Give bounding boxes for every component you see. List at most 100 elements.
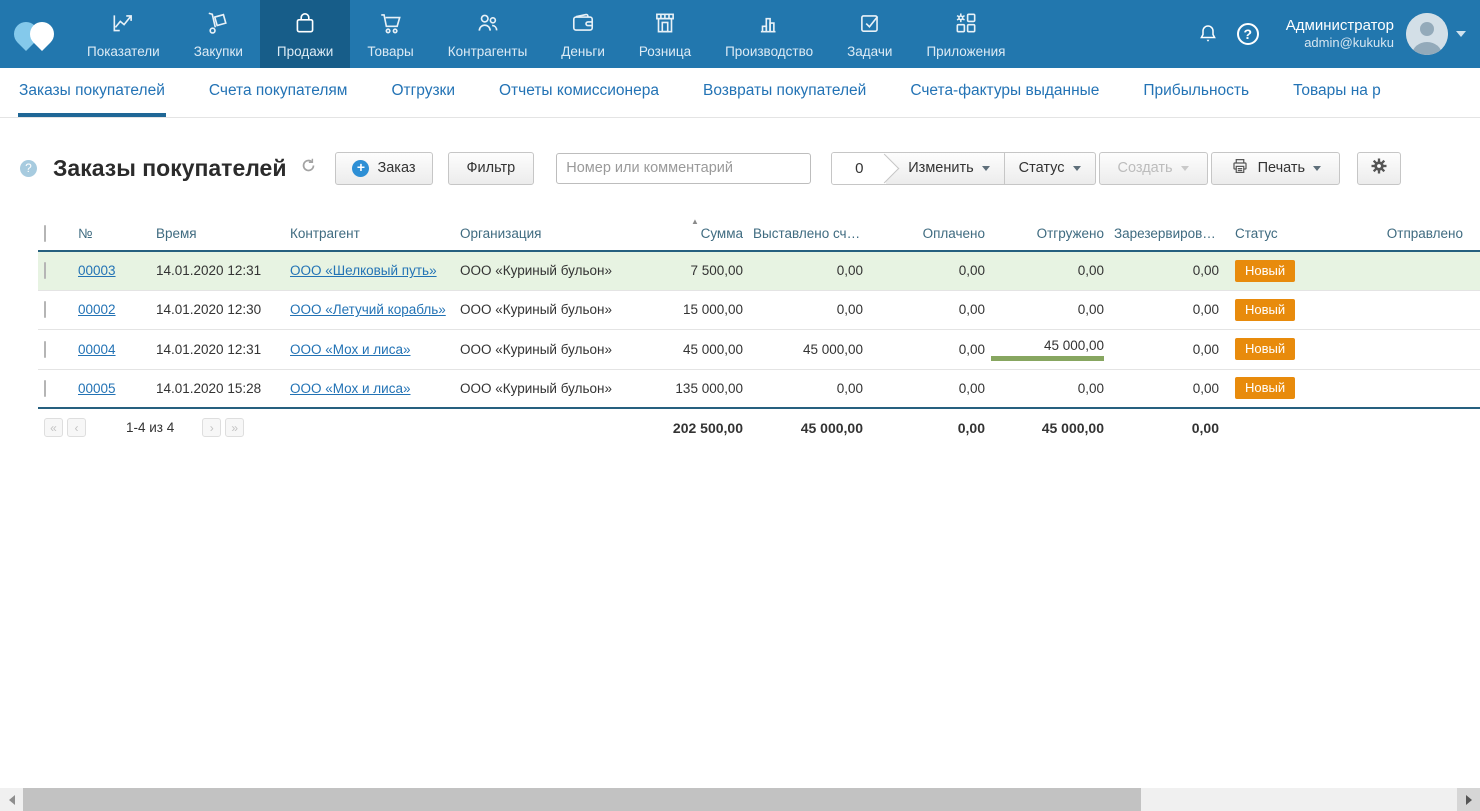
table-row[interactable]: 00005 14.01.2020 15:28 ООО «Мох и лиса» … [38,369,1480,408]
apps-icon [953,10,979,44]
scroll-right-arrow-icon[interactable] [1457,788,1480,811]
tab-shipments[interactable]: Отгрузки [390,68,456,117]
total-shipped: 45 000,00 [989,408,1108,446]
status-button[interactable]: Статус [1005,153,1095,184]
chevron-down-icon [1073,166,1081,171]
purchases-icon [205,10,231,44]
paid-cell: 0,00 [867,329,989,369]
total-reserved: 0,00 [1108,408,1223,446]
settings-gear-button[interactable] [1357,152,1401,185]
col-header-time[interactable]: Время [150,216,284,251]
create-order-button[interactable]: + Заказ [335,152,432,185]
toolbar: ? Заказы покупателей + Заказ Фильтр 0 Из… [20,148,1460,188]
counterparty-link[interactable]: ООО «Летучий корабль» [290,302,446,317]
reserved-cell: 0,00 [1108,290,1223,329]
search-input[interactable] [556,153,811,184]
pagination-last-button[interactable]: » [225,418,244,437]
nav-item-label: Закупки [194,44,243,59]
select-all-checkbox[interactable] [44,225,46,242]
tab-customer-invoices[interactable]: Счета покупателям [208,68,349,117]
avatar[interactable] [1406,13,1448,55]
production-icon [756,10,782,44]
tab-customer-returns[interactable]: Возвраты покупателей [702,68,867,117]
shipped-cell: 0,00 [989,369,1108,408]
status-badge[interactable]: Новый [1235,299,1295,321]
refresh-icon[interactable] [300,157,317,179]
counterparty-link[interactable]: ООО «Мох и лиса» [290,342,411,357]
nav-item-apps[interactable]: Приложения [909,0,1022,68]
tab-commission-reports[interactable]: Отчеты комиссионера [498,68,660,117]
shipped-cell: 0,00 [989,251,1108,290]
change-button[interactable]: Изменить [886,153,1003,184]
nav-item-retail[interactable]: Розница [622,0,708,68]
page-help-icon[interactable]: ? [20,160,37,177]
order-time: 14.01.2020 12:30 [150,290,284,329]
col-header-counterparty[interactable]: Контрагент [284,216,454,251]
page-title: Заказы покупателей [53,155,286,182]
tab-issued-invoices[interactable]: Счета-фактуры выданные [909,68,1100,117]
nav-item-goods[interactable]: Товары [350,0,430,68]
nav-item-money[interactable]: Деньги [544,0,622,68]
col-header-organization[interactable]: Организация [454,216,629,251]
chevron-down-icon [1181,166,1189,171]
print-button[interactable]: Печать [1211,152,1341,185]
top-right-cluster: ? Администратор admin@kukuku [1188,0,1480,68]
scroll-left-arrow-icon[interactable] [0,788,23,811]
col-header-invoiced[interactable]: Выставлено сче... [747,216,867,251]
table-row[interactable]: 00004 14.01.2020 12:31 ООО «Мох и лиса» … [38,329,1480,369]
pagination-next-button[interactable]: › [202,418,221,437]
order-number-link[interactable]: 00002 [78,302,116,317]
table-row[interactable]: 00003 14.01.2020 12:31 ООО «Шелковый пут… [38,251,1480,290]
sum-cell: 135 000,00 [629,369,747,408]
nav-item-production[interactable]: Производство [708,0,830,68]
col-header-shipped[interactable]: Отгружено [989,216,1108,251]
nav-item-label: Товары [367,44,413,59]
help-icon[interactable]: ? [1228,23,1268,45]
filter-button[interactable]: Фильтр [448,152,535,185]
col-header-sent[interactable]: Отправлено [1345,216,1480,251]
horizontal-scrollbar[interactable] [0,788,1480,811]
nav-item-tasks[interactable]: Задачи [830,0,909,68]
order-number-link[interactable]: 00003 [78,263,116,278]
nav-item-label: Деньги [561,44,605,59]
col-header-number[interactable]: № [72,216,150,251]
row-checkbox[interactable] [44,262,46,279]
counterparty-link[interactable]: ООО «Мох и лиса» [290,381,411,396]
user-block[interactable]: Администратор admin@kukuku [1286,17,1394,52]
user-email: admin@kukuku [1286,35,1394,51]
counterparty-link[interactable]: ООО «Шелковый путь» [290,263,437,278]
pagination-prev-button[interactable]: ‹ [67,418,86,437]
status-badge[interactable]: Новый [1235,377,1295,399]
create-document-button[interactable]: Создать [1099,152,1208,185]
scrollbar-thumb[interactable] [23,788,1141,811]
nav-item-sales[interactable]: Продажи [260,0,350,68]
moysklad-logo[interactable] [0,0,70,68]
nav-item-counterparties[interactable]: Контрагенты [431,0,545,68]
paid-cell: 0,00 [867,251,989,290]
nav-item-indicators[interactable]: Показатели [70,0,177,68]
pagination-label: 1-4 из 4 [126,420,174,435]
total-invoiced: 45 000,00 [747,408,867,446]
invoiced-cell: 0,00 [747,251,867,290]
notifications-bell-icon[interactable] [1188,21,1228,47]
plus-icon: + [352,160,369,177]
pagination-first-button[interactable]: « [44,418,63,437]
user-menu-caret-icon[interactable] [1456,31,1466,37]
row-checkbox[interactable] [44,380,46,397]
row-checkbox[interactable] [44,301,46,318]
tab-goods-on-realization[interactable]: Товары на р [1292,68,1382,117]
printer-icon [1230,157,1258,179]
order-number-link[interactable]: 00005 [78,381,116,396]
status-badge[interactable]: Новый [1235,260,1295,282]
col-header-sum[interactable]: ▲Сумма [629,216,747,251]
col-header-paid[interactable]: Оплачено [867,216,989,251]
table-row[interactable]: 00002 14.01.2020 12:30 ООО «Летучий кора… [38,290,1480,329]
status-badge[interactable]: Новый [1235,338,1295,360]
col-header-reserved[interactable]: Зарезервировано [1108,216,1223,251]
nav-item-purchases[interactable]: Закупки [177,0,260,68]
col-header-status[interactable]: Статус [1223,216,1345,251]
row-checkbox[interactable] [44,341,46,358]
order-number-link[interactable]: 00004 [78,342,116,357]
tab-profitability[interactable]: Прибыльность [1142,68,1250,117]
tab-customer-orders[interactable]: Заказы покупателей [18,68,166,117]
